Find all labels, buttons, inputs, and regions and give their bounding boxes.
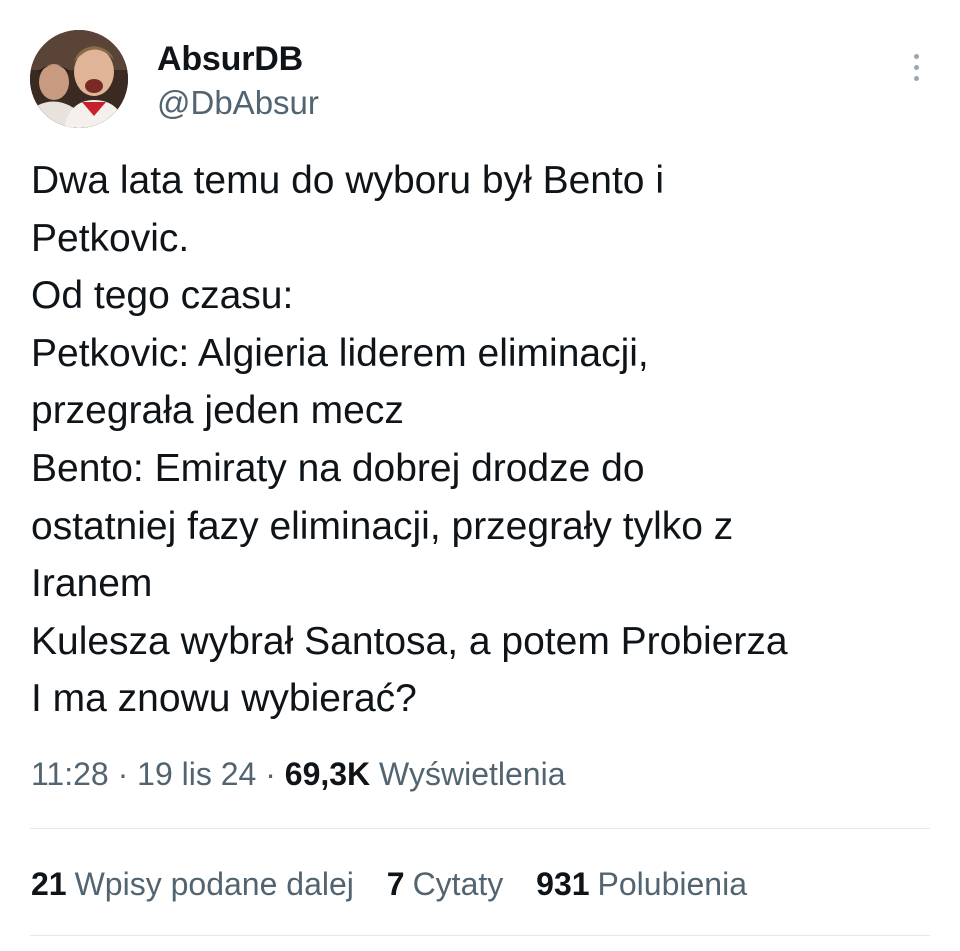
tweet-text-line: Petkovic: Algieria liderem eliminacji, bbox=[31, 331, 649, 375]
tweet-text-line: przegrała jeden mecz bbox=[31, 389, 404, 433]
tweet-text-line: Dwa lata temu do wyboru był Bento i bbox=[31, 159, 664, 202]
tweet-text-line: Iranem bbox=[31, 562, 153, 606]
likes-count: 931 bbox=[536, 866, 590, 902]
author-handle[interactable]: @DbAbsur bbox=[157, 83, 319, 123]
author-display-name[interactable]: AbsurDB bbox=[157, 39, 319, 79]
tweet-stats: 21 Wpisy podane dalej 7 Cytaty 931 Polubien… bbox=[31, 862, 771, 906]
tweet-text-line: Petkovic. bbox=[31, 216, 190, 260]
avatar-photo-icon bbox=[30, 30, 128, 128]
tweet-meta: 11:28 · 19 lis 24 · 69,3K Wyświetlenia bbox=[31, 752, 565, 796]
tweet-text-line: ostatniej fazy eliminacji, przegrały tyl… bbox=[31, 504, 734, 548]
likes-label: Polubienia bbox=[597, 866, 747, 902]
quotes-label: Cytaty bbox=[412, 866, 504, 902]
meta-separator: · bbox=[256, 756, 285, 792]
avatar[interactable] bbox=[30, 30, 128, 128]
tweet-date[interactable]: 19 lis 24 bbox=[137, 756, 256, 792]
quotes-stat[interactable]: 7 Cytaty bbox=[387, 862, 503, 906]
more-options-button[interactable] bbox=[910, 54, 922, 88]
retweets-count: 21 bbox=[31, 866, 67, 902]
meta-separator: · bbox=[108, 756, 138, 792]
divider bbox=[30, 935, 930, 936]
quotes-count: 7 bbox=[386, 866, 405, 902]
author-names: AbsurDB @DbAbsur bbox=[157, 39, 319, 123]
retweets-stat[interactable]: 21 Wpisy podane dalej bbox=[31, 862, 354, 906]
retweets-label: Wpisy podane dalej bbox=[74, 866, 354, 902]
tweet-header: AbsurDB @DbAbsur bbox=[30, 30, 930, 130]
divider bbox=[30, 828, 930, 829]
more-vertical-icon bbox=[910, 54, 922, 81]
tweet-text-line: I ma znowu wybierać? bbox=[31, 677, 417, 721]
tweet-text-line: Od tego czasu: bbox=[31, 274, 294, 318]
tweet-card: AbsurDB @DbAbsur Dwa lata temu do wyboru… bbox=[0, 0, 960, 951]
tweet-text-line: Bento: Emiraty na dobrej drodze do bbox=[31, 446, 645, 490]
views-count[interactable]: 69,3K bbox=[285, 756, 370, 792]
tweet-text-line: Kulesza wybrał Santosa, a potem Probierz… bbox=[31, 619, 788, 663]
tweet-text: Dwa lata temu do wyboru był Bento i Petk… bbox=[31, 152, 931, 728]
likes-stat[interactable]: 931 Polubienia bbox=[536, 862, 747, 906]
tweet-time[interactable]: 11:28 bbox=[31, 756, 109, 792]
views-label[interactable]: Wyświetlenia bbox=[379, 756, 565, 792]
